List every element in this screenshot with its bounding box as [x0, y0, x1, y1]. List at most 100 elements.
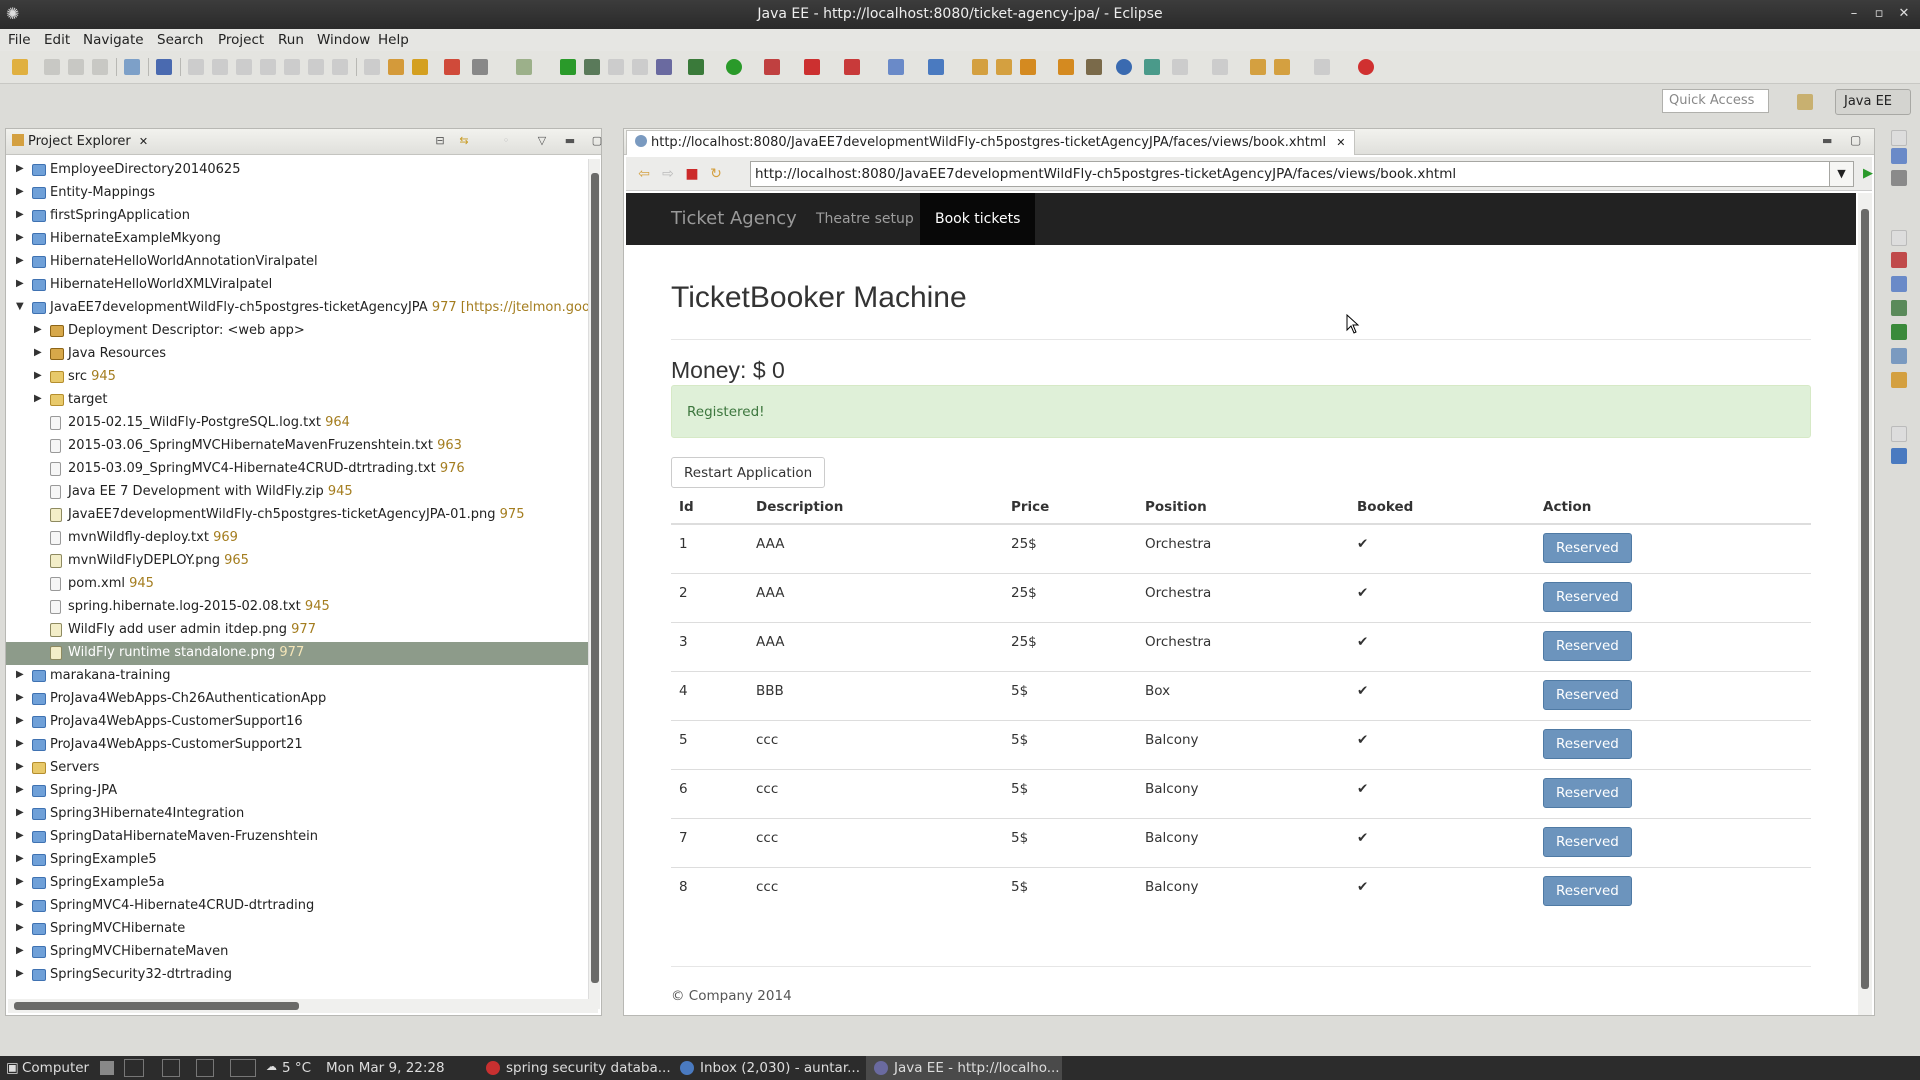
- reserved-button[interactable]: Reserved: [1543, 777, 1632, 808]
- console-icon[interactable]: [1891, 448, 1907, 464]
- web-browser-icon[interactable]: [444, 59, 460, 75]
- collapsed-arrow-icon[interactable]: ▶: [16, 255, 28, 266]
- markers-icon[interactable]: [1891, 252, 1907, 268]
- annotation-icon[interactable]: [1086, 59, 1102, 75]
- collapsed-arrow-icon[interactable]: ▶: [34, 370, 46, 381]
- chevron-down-icon[interactable]: ▼: [1830, 161, 1854, 187]
- menu-help[interactable]: Help: [378, 32, 409, 48]
- search-icon[interactable]: [1020, 59, 1036, 75]
- run-server-icon[interactable]: [560, 59, 576, 75]
- tree-vertical-scrollbar[interactable]: [588, 159, 600, 1009]
- tree-item[interactable]: Java EE 7 Development with WildFly.zip 9…: [6, 481, 596, 504]
- minimize-icon[interactable]: –: [1844, 4, 1864, 24]
- last-edit-icon[interactable]: [1250, 59, 1266, 75]
- collapse-all-icon[interactable]: ⊟: [433, 134, 447, 148]
- new-icon[interactable]: [12, 59, 28, 75]
- minimize-view-icon[interactable]: ▬: [1822, 134, 1832, 147]
- refresh-icon[interactable]: ↻: [708, 166, 724, 182]
- collapsed-arrow-icon[interactable]: ▶: [16, 876, 28, 887]
- publish-icon[interactable]: [656, 59, 672, 75]
- task-list-icon[interactable]: [1891, 170, 1907, 186]
- open-type-icon[interactable]: [124, 59, 140, 75]
- computer-icon[interactable]: ▣: [6, 1060, 19, 1076]
- tree-item[interactable]: ▶ SpringExample5a: [6, 872, 596, 895]
- collapsed-arrow-icon[interactable]: ▶: [16, 209, 28, 220]
- new-package-icon[interactable]: [888, 59, 904, 75]
- menu-file[interactable]: File: [8, 32, 31, 48]
- tree-item[interactable]: ▶training: [6, 987, 596, 991]
- server-publish-icon[interactable]: [388, 59, 404, 75]
- back-icon[interactable]: ⇦: [636, 166, 652, 182]
- reserved-button[interactable]: Reserved: [1543, 630, 1632, 661]
- menu-edit[interactable]: Edit: [44, 32, 70, 48]
- tree-item[interactable]: ▶ Java Resources: [6, 343, 596, 366]
- menu-run[interactable]: Run: [278, 32, 304, 48]
- tree-item[interactable]: ▼ JavaEE7developmentWildFly-ch5postgres-t…: [6, 297, 596, 320]
- snippets-icon[interactable]: [1891, 348, 1907, 364]
- tree-item[interactable]: ▶ SpringMVCHibernateMaven: [6, 941, 596, 964]
- open-task-icon[interactable]: [1058, 59, 1074, 75]
- forward-icon[interactable]: [1314, 59, 1330, 75]
- open-resource-icon[interactable]: [996, 59, 1012, 75]
- tree-item[interactable]: 2015-02.15_WildFly-PostgreSQL.log.txt 96…: [6, 412, 596, 435]
- collapsed-arrow-icon[interactable]: ▶: [16, 853, 28, 864]
- step-over-icon[interactable]: [308, 59, 324, 75]
- skip-breakpoints-icon[interactable]: [156, 59, 172, 75]
- collapsed-arrow-icon[interactable]: ▶: [16, 163, 28, 174]
- data-source-icon[interactable]: [1891, 324, 1907, 340]
- view-menu-icon[interactable]: ▽: [535, 134, 549, 148]
- maximize-icon[interactable]: ▫: [1869, 4, 1889, 24]
- eclipse-launcher-icon[interactable]: [124, 1059, 144, 1077]
- back-icon[interactable]: [1274, 59, 1290, 75]
- tab-browser[interactable]: http://localhost:8080/JavaEE7development…: [626, 130, 1355, 155]
- reserved-button[interactable]: Reserved: [1543, 875, 1632, 906]
- focus-icon[interactable]: ◦: [499, 134, 513, 148]
- stop-server-icon[interactable]: [632, 59, 648, 75]
- browser-vertical-scrollbar[interactable]: [1858, 193, 1872, 1015]
- tree-item[interactable]: ▶ Servers: [6, 757, 596, 780]
- new-class-icon[interactable]: [928, 59, 944, 75]
- link-with-editor-icon[interactable]: ⇆: [457, 134, 471, 148]
- tree-item[interactable]: ▶ ProJava4WebApps-Ch26AuthenticationApp: [6, 688, 596, 711]
- collapsed-arrow-icon[interactable]: ▶: [16, 830, 28, 841]
- close-tab-icon[interactable]: ✕: [139, 135, 148, 148]
- tree-item[interactable]: mvnWildfly-deploy.txt 969: [6, 527, 596, 550]
- menu-navigate[interactable]: Navigate: [83, 32, 144, 48]
- properties-icon[interactable]: [1891, 276, 1907, 292]
- sync-icon[interactable]: [1144, 59, 1160, 75]
- collapsed-arrow-icon[interactable]: ▶: [34, 324, 46, 335]
- tree-item[interactable]: ▶ ProJava4WebApps-CustomerSupport21: [6, 734, 596, 757]
- profile-server-icon[interactable]: [608, 59, 624, 75]
- url-input[interactable]: http://localhost:8080/JavaEE7development…: [750, 161, 1830, 187]
- collapsed-arrow-icon[interactable]: ▶: [16, 715, 28, 726]
- external-tools-icon[interactable]: [844, 59, 860, 75]
- java-ee-perspective-button[interactable]: Java EE: [1835, 89, 1911, 115]
- run-icon[interactable]: [726, 59, 742, 75]
- tree-item[interactable]: ▶ SpringDataHibernateMaven-Fruzenshtein: [6, 826, 596, 849]
- tree-item[interactable]: ▶ ProJava4WebApps-CustomerSupport16: [6, 711, 596, 734]
- stop-icon[interactable]: [804, 59, 820, 75]
- terminal-icon[interactable]: [196, 1059, 214, 1077]
- file-manager-icon[interactable]: [100, 1061, 114, 1075]
- print-icon[interactable]: [92, 59, 108, 75]
- tree-item[interactable]: ▶ Deployment Descriptor: <web app>: [6, 320, 596, 343]
- menu-project[interactable]: Project: [218, 32, 264, 48]
- tree-item[interactable]: ▶ SpringMVC4-Hibernate4CRUD-dtrtrading: [6, 895, 596, 918]
- tree-item[interactable]: ▶ HibernateHelloWorldAnnotationViralpatel: [6, 251, 596, 274]
- maximize-view-icon[interactable]: ▢: [590, 134, 604, 148]
- tree-horizontal-scrollbar[interactable]: [8, 999, 598, 1013]
- resume-icon[interactable]: [188, 59, 204, 75]
- tree-item[interactable]: pom.xml 945: [6, 573, 596, 596]
- collapsed-arrow-icon[interactable]: ▶: [16, 784, 28, 795]
- restore-icon[interactable]: [1891, 230, 1907, 246]
- collapsed-arrow-icon[interactable]: ▶: [16, 738, 28, 749]
- tree-item[interactable]: ▶ Entity-Mappings: [6, 182, 596, 205]
- open-perspective-icon[interactable]: [1797, 94, 1813, 110]
- ant-icon[interactable]: [412, 59, 428, 75]
- close-icon[interactable]: ✕: [1894, 4, 1914, 24]
- tree-item[interactable]: ▶ src 945: [6, 366, 596, 389]
- reserved-button[interactable]: Reserved: [1543, 679, 1632, 710]
- restore-icon[interactable]: [1891, 426, 1907, 442]
- weather-label[interactable]: 5 °C: [282, 1060, 311, 1076]
- globe-icon[interactable]: [1116, 59, 1132, 75]
